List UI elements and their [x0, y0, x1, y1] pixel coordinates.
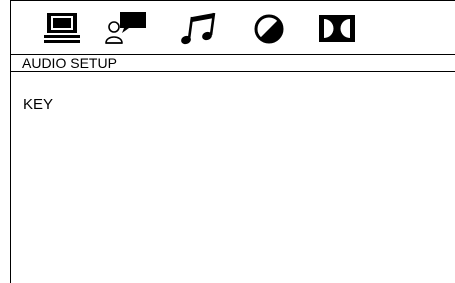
contrast-circle-icon	[254, 14, 284, 44]
tab-audio-setup[interactable]	[178, 11, 222, 47]
dolby-icon	[319, 15, 355, 42]
menu-item-key[interactable]: KEY	[23, 96, 53, 114]
tab-language-setup[interactable]	[104, 11, 148, 47]
tab-video-setup[interactable]	[247, 11, 291, 47]
music-note-icon	[181, 12, 216, 45]
setup-menu: KEY	[11, 73, 455, 283]
speech-person-icon	[105, 12, 146, 44]
setup-panel: AUDIO SETUP KEY	[10, 0, 455, 283]
monitor-icon	[44, 13, 80, 43]
tab-general-setup[interactable]	[41, 11, 85, 47]
setup-tab-bar	[11, 1, 455, 55]
page-title: AUDIO SETUP	[11, 55, 455, 72]
tab-dolby-setup[interactable]	[315, 11, 359, 47]
